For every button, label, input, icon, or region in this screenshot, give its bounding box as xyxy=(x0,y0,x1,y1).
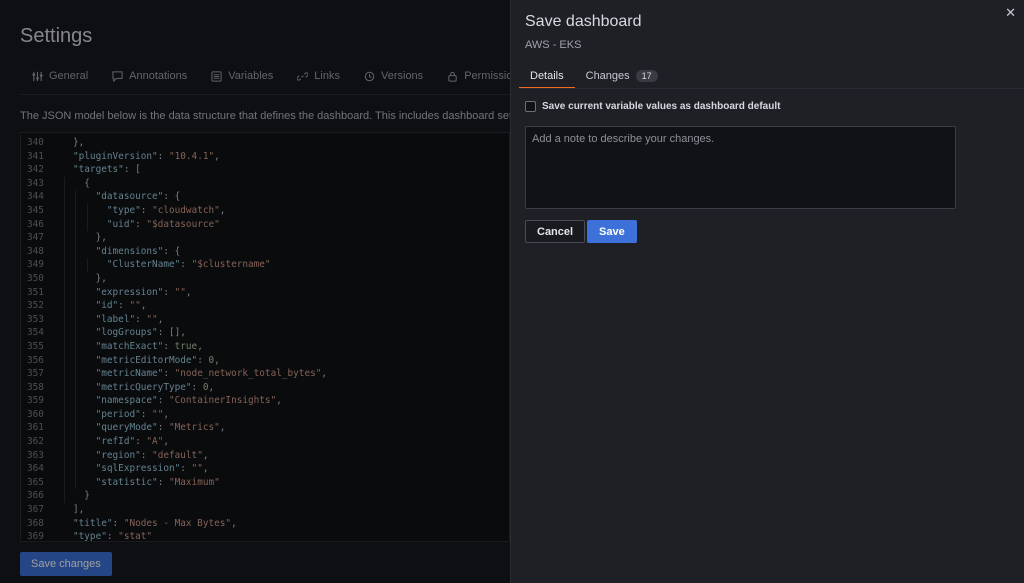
tab-label: Changes xyxy=(585,70,630,82)
modal-backdrop[interactable] xyxy=(0,0,510,583)
tab-label: Details xyxy=(530,70,564,82)
dashboard-name: AWS - EKS xyxy=(525,39,582,51)
save-dashboard-drawer: ✕ Save dashboard AWS - EKS Details Chang… xyxy=(510,0,1024,583)
save-variables-checkbox[interactable] xyxy=(525,101,536,112)
changes-count-badge: 17 xyxy=(635,70,658,82)
cancel-button[interactable]: Cancel xyxy=(525,220,586,243)
checkbox-label[interactable]: Save current variable values as dashboar… xyxy=(542,101,780,112)
change-note-textarea[interactable] xyxy=(525,126,956,209)
close-icon[interactable]: ✕ xyxy=(1005,6,1016,19)
tab-details[interactable]: Details xyxy=(519,64,575,89)
drawer-title: Save dashboard xyxy=(525,13,642,30)
save-button[interactable]: Save xyxy=(587,220,637,243)
tab-changes[interactable]: Changes 17 xyxy=(575,64,669,88)
drawer-tabs: Details Changes 17 xyxy=(519,64,669,89)
drawer-tabs-divider xyxy=(519,88,1024,89)
save-variables-option: Save current variable values as dashboar… xyxy=(525,101,780,112)
